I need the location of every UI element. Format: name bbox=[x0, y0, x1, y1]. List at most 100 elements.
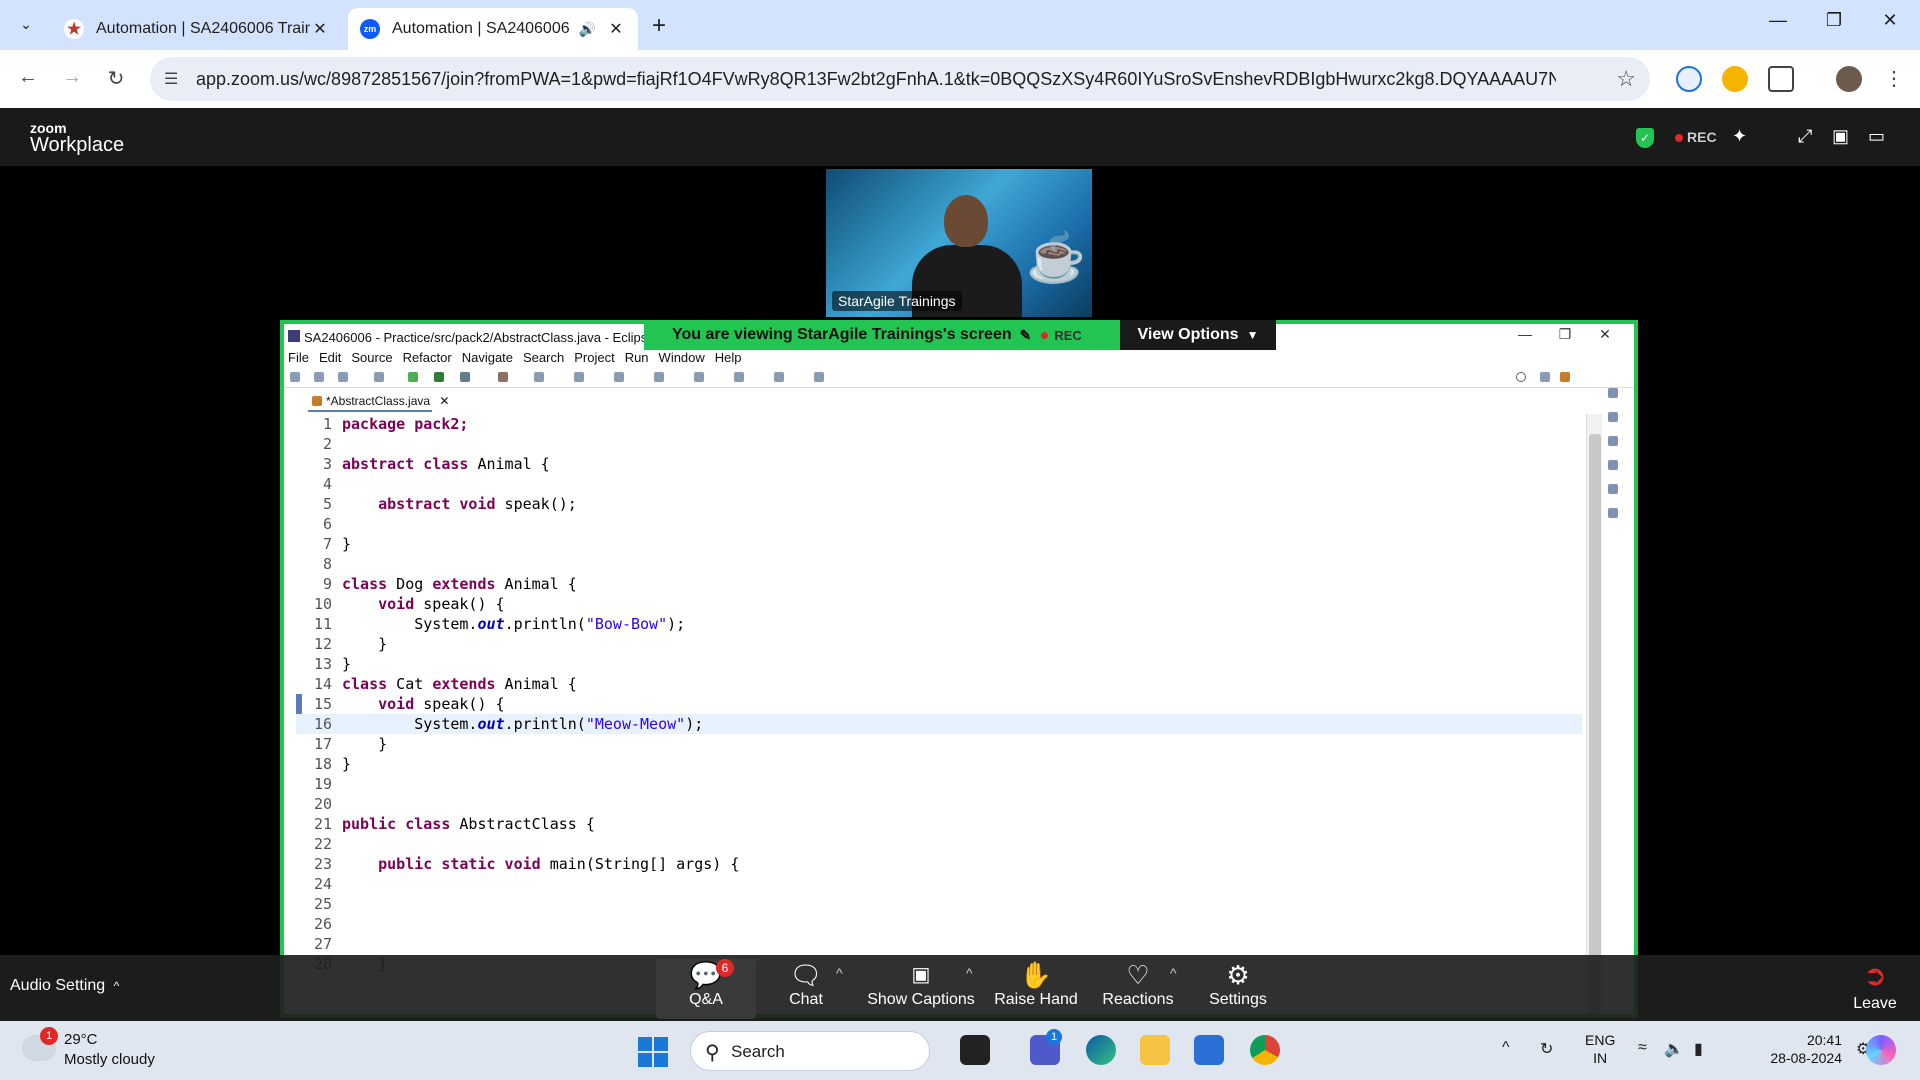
tab-search-chevron-icon[interactable]: ⌄ bbox=[12, 10, 40, 38]
task-view-icon[interactable] bbox=[960, 1035, 990, 1065]
weather-description[interactable]: Mostly cloudy bbox=[64, 1051, 155, 1068]
system-clock[interactable]: 20:41 28-08-2024 bbox=[1760, 1031, 1842, 1067]
toolbar-new-icon[interactable] bbox=[290, 372, 300, 382]
menu-source[interactable]: Source bbox=[351, 350, 392, 368]
toolbar-perspective-icon[interactable] bbox=[1540, 372, 1550, 382]
annotate-pencil-icon[interactable]: ✎ bbox=[1020, 327, 1032, 344]
weather-temperature[interactable]: 29°C bbox=[64, 1031, 98, 1048]
current-line-highlight[interactable]: 16 System.out.println("Meow-Meow"); bbox=[296, 714, 1582, 734]
show-captions-button[interactable]: ▣ Show Captions bbox=[866, 959, 976, 1019]
chat-options-chevron-icon[interactable]: ^ bbox=[836, 965, 843, 981]
windows-start-icon[interactable] bbox=[638, 1037, 668, 1067]
tab-audio-icon[interactable]: 🔊 bbox=[579, 21, 596, 38]
volume-icon[interactable]: 🔈 bbox=[1664, 1039, 1684, 1059]
file-explorer-icon[interactable] bbox=[1140, 1035, 1170, 1065]
browser-tab-1[interactable]: ★ Automation | SA2406006 Traini ✕ bbox=[52, 8, 342, 50]
recording-label[interactable]: REC bbox=[1687, 129, 1717, 145]
problems-view-icon[interactable] bbox=[1608, 436, 1618, 446]
wifi-icon[interactable]: ≈ bbox=[1638, 1039, 1647, 1057]
task-list-icon[interactable] bbox=[1608, 412, 1618, 422]
menu-run[interactable]: Run bbox=[625, 350, 649, 368]
battery-icon[interactable]: ▮ bbox=[1694, 1039, 1703, 1059]
toolbar-java-perspective-icon[interactable] bbox=[1560, 372, 1570, 382]
language-indicator[interactable]: ENG IN bbox=[1585, 1031, 1615, 1067]
minimize-icon[interactable]: — bbox=[1758, 10, 1798, 31]
reload-icon[interactable]: ↻ bbox=[102, 66, 130, 91]
toolbar-save-all-icon[interactable] bbox=[338, 372, 348, 382]
toolbar-coverage-icon[interactable] bbox=[460, 372, 470, 382]
toolbar-search-icon[interactable] bbox=[534, 372, 544, 382]
editor-tab-close-icon[interactable]: ✕ bbox=[439, 394, 449, 408]
menu-refactor[interactable]: Refactor bbox=[403, 350, 452, 368]
sync-icon[interactable]: ↻ bbox=[1540, 1039, 1553, 1059]
new-tab-button[interactable]: + bbox=[652, 12, 666, 40]
forward-arrow-icon[interactable]: → bbox=[58, 66, 86, 89]
close-window-icon[interactable]: ✕ bbox=[1870, 10, 1910, 31]
ai-sparkle-icon[interactable]: ✦ bbox=[1732, 126, 1747, 147]
toolbar-debug-icon[interactable] bbox=[408, 372, 418, 382]
microsoft-store-icon[interactable] bbox=[1194, 1035, 1224, 1065]
fullscreen-icon[interactable]: ⤢ bbox=[1798, 126, 1812, 147]
picture-in-picture-icon[interactable]: ▣ bbox=[1832, 126, 1849, 147]
menu-navigate[interactable]: Navigate bbox=[462, 350, 513, 368]
shared-screen[interactable]: SA2406006 - Practice/src/pack2/AbstractC… bbox=[280, 320, 1638, 1018]
menu-file[interactable]: File bbox=[288, 350, 309, 368]
toolbar-undo-icon[interactable] bbox=[374, 372, 384, 382]
captions-options-chevron-icon[interactable]: ^ bbox=[966, 965, 973, 981]
toolbar-forward-icon[interactable] bbox=[774, 372, 784, 382]
javadoc-view-icon[interactable] bbox=[1608, 508, 1618, 518]
toolbar-annotation-icon[interactable] bbox=[614, 372, 624, 382]
site-info-icon[interactable]: ☰ bbox=[164, 69, 178, 89]
console-view-icon[interactable] bbox=[1608, 460, 1618, 470]
toolbar-save-icon[interactable] bbox=[314, 372, 324, 382]
toolbar-back-icon[interactable] bbox=[734, 372, 744, 382]
participant-video-tile[interactable]: ☕ StarAgile Trainings bbox=[826, 169, 1092, 317]
tab-close-icon[interactable]: ✕ bbox=[606, 19, 626, 39]
view-options-button[interactable]: View Options ▼ bbox=[1120, 320, 1276, 350]
eclipse-close-icon[interactable]: ✕ bbox=[1590, 326, 1620, 343]
chrome-icon[interactable] bbox=[1250, 1035, 1280, 1065]
editor-tab[interactable]: *AbstractClass.java ✕ bbox=[308, 392, 449, 412]
declaration-view-icon[interactable] bbox=[1608, 484, 1618, 494]
outline-view-icon[interactable] bbox=[1608, 388, 1618, 398]
toolbar-pin-icon[interactable] bbox=[814, 372, 824, 382]
menu-project[interactable]: Project bbox=[574, 350, 614, 368]
eclipse-minimize-icon[interactable]: — bbox=[1510, 326, 1540, 342]
menu-edit[interactable]: Edit bbox=[319, 350, 341, 368]
browser-tab-2[interactable]: zm Automation | SA2406006 Tr 🔊 ✕ bbox=[348, 8, 638, 50]
toolbar-open-type-icon[interactable] bbox=[574, 372, 584, 382]
menu-window[interactable]: Window bbox=[659, 350, 705, 368]
raise-hand-button[interactable]: ✋ Raise Hand bbox=[986, 959, 1086, 1019]
eclipse-restore-icon[interactable]: ❐ bbox=[1550, 326, 1580, 343]
url-text[interactable]: app.zoom.us/wc/89872851567/join?fromPWA=… bbox=[196, 69, 1556, 90]
toolbar-next-icon[interactable] bbox=[694, 372, 704, 382]
taskbar-search-box[interactable]: ⚲ Search bbox=[690, 1031, 930, 1071]
encryption-shield-icon[interactable]: ✓ bbox=[1636, 128, 1654, 148]
audio-setting-button[interactable]: Audio Setting ^ bbox=[10, 977, 119, 995]
menu-dots-icon[interactable]: ⋮ bbox=[1880, 66, 1908, 91]
toolbar-run-icon[interactable] bbox=[434, 372, 444, 382]
restore-icon[interactable]: ❐ bbox=[1814, 10, 1854, 31]
view-layout-icon[interactable]: ▭ bbox=[1868, 126, 1885, 147]
qa-button[interactable]: 💬 Q&A 6 bbox=[656, 959, 756, 1019]
back-arrow-icon[interactable]: ← bbox=[14, 66, 42, 89]
toolbar-new-class-icon[interactable] bbox=[498, 372, 508, 382]
extension-icon[interactable] bbox=[1722, 66, 1748, 92]
address-bar[interactable]: ☰ app.zoom.us/wc/89872851567/join?fromPW… bbox=[150, 57, 1650, 101]
menu-search[interactable]: Search bbox=[523, 350, 564, 368]
extension-icon[interactable] bbox=[1676, 66, 1702, 92]
scrollbar-thumb[interactable] bbox=[1589, 434, 1601, 1014]
settings-button[interactable]: ⚙ Settings bbox=[1188, 959, 1288, 1019]
profile-avatar[interactable] bbox=[1836, 66, 1862, 92]
show-hidden-icons-chevron-icon[interactable]: ^ bbox=[1502, 1039, 1510, 1057]
toolbar-format-icon[interactable] bbox=[654, 372, 664, 382]
edge-icon[interactable] bbox=[1086, 1035, 1116, 1065]
menu-help[interactable]: Help bbox=[715, 350, 742, 368]
code-editor[interactable]: 1 package pack2; 2 3 abstract class Animal… bbox=[296, 414, 1582, 1014]
leave-button[interactable]: ➲ Leave bbox=[1845, 959, 1905, 1019]
bookmark-star-icon[interactable]: ☆ bbox=[1616, 66, 1636, 92]
editor-vertical-scrollbar[interactable] bbox=[1586, 414, 1602, 1014]
tab-close-icon[interactable]: ✕ bbox=[310, 19, 330, 39]
extensions-puzzle-icon[interactable] bbox=[1768, 66, 1794, 92]
copilot-icon[interactable] bbox=[1866, 1035, 1896, 1065]
